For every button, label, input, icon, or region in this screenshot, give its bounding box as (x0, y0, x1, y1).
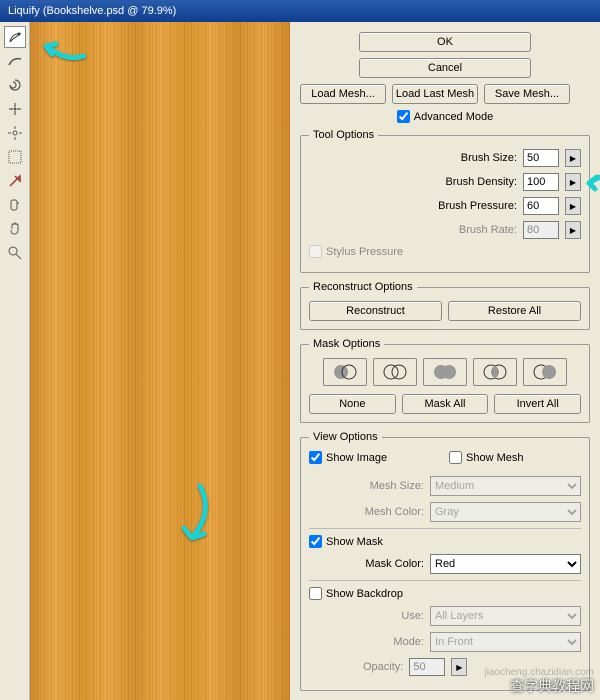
thaw-mask-tool[interactable] (4, 194, 26, 216)
annotation-arrow-icon (170, 482, 218, 552)
show-mask-label: Show Mask (326, 536, 383, 548)
options-panel: OK Cancel Load Mesh... Load Last Mesh Sa… (290, 22, 600, 700)
mask-all-button[interactable]: Mask All (402, 394, 489, 414)
advanced-mode-label: Advanced Mode (414, 111, 494, 123)
mode-select: In Front (430, 632, 581, 652)
brush-pressure-input[interactable] (523, 197, 559, 215)
reconstruct-tool[interactable] (4, 50, 26, 72)
stylus-pressure-checkbox (309, 245, 322, 258)
cancel-button[interactable]: Cancel (359, 58, 531, 78)
ok-button[interactable]: OK (359, 32, 531, 52)
mask-mode-add[interactable] (373, 358, 417, 386)
load-last-mesh-button[interactable]: Load Last Mesh (392, 84, 478, 104)
show-backdrop-label: Show Backdrop (326, 588, 403, 600)
show-image-label: Show Image (326, 452, 387, 464)
brush-rate-label: Brush Rate: (459, 224, 517, 236)
window-title: Liquify (Bookshelve.psd @ 79.9%) (8, 5, 176, 17)
mask-color-label: Mask Color: (309, 558, 424, 570)
annotation-arrow-icon (583, 169, 600, 195)
brush-density-input[interactable] (523, 173, 559, 191)
reconstruct-button[interactable]: Reconstruct (309, 301, 442, 321)
mask-none-button[interactable]: None (309, 394, 396, 414)
pucker-tool[interactable] (4, 98, 26, 120)
show-mesh-checkbox[interactable] (449, 451, 462, 464)
save-mesh-button[interactable]: Save Mesh... (484, 84, 570, 104)
mesh-color-label: Mesh Color: (309, 506, 424, 518)
mask-mode-replace[interactable] (323, 358, 367, 386)
brush-rate-stepper: ▶ (565, 221, 581, 239)
main-area: OK Cancel Load Mesh... Load Last Mesh Sa… (0, 22, 600, 700)
brush-density-stepper[interactable]: ▶ (565, 173, 581, 191)
reconstruct-legend: Reconstruct Options (309, 281, 417, 293)
show-backdrop-checkbox[interactable] (309, 587, 322, 600)
hand-tool[interactable] (4, 218, 26, 240)
push-left-tool[interactable] (4, 146, 26, 168)
brush-pressure-stepper[interactable]: ▶ (565, 197, 581, 215)
show-mesh-label: Show Mesh (466, 452, 523, 464)
twirl-tool[interactable] (4, 74, 26, 96)
tool-options-legend: Tool Options (309, 129, 378, 141)
preview-canvas[interactable] (30, 22, 290, 700)
mesh-size-label: Mesh Size: (309, 480, 424, 492)
reconstruct-options-group: Reconstruct Options Reconstruct Restore … (300, 281, 590, 330)
bloat-tool[interactable] (4, 122, 26, 144)
show-mask-checkbox[interactable] (309, 535, 322, 548)
mask-invert-button[interactable]: Invert All (494, 394, 581, 414)
mask-legend: Mask Options (309, 338, 384, 350)
tool-palette (0, 22, 30, 700)
watermark-text: 查字典教程网 (510, 676, 594, 696)
mask-mode-intersect[interactable] (473, 358, 517, 386)
stylus-pressure-label: Stylus Pressure (326, 246, 403, 258)
mask-options-group: Mask Options None Mask All Invert All (300, 338, 590, 423)
brush-rate-input (523, 221, 559, 239)
mask-mode-invert[interactable] (523, 358, 567, 386)
brush-size-label: Brush Size: (461, 152, 517, 164)
forward-warp-tool[interactable] (4, 26, 26, 48)
zoom-tool[interactable] (4, 242, 26, 264)
mode-label: Mode: (309, 636, 424, 648)
mesh-size-select: Medium (430, 476, 581, 496)
tool-options-group: Tool Options Brush Size: ▶ Brush Density:… (300, 129, 590, 273)
annotation-arrow-icon (36, 32, 86, 66)
mesh-color-select: Gray (430, 502, 581, 522)
view-options-group: View Options Show Image Show Mesh Mesh S… (300, 431, 590, 691)
mask-mode-subtract[interactable] (423, 358, 467, 386)
load-mesh-button[interactable]: Load Mesh... (300, 84, 386, 104)
mask-color-select[interactable]: Red (430, 554, 581, 574)
brush-size-input[interactable] (523, 149, 559, 167)
opacity-stepper: ▶ (451, 658, 467, 676)
use-label: Use: (309, 610, 424, 622)
view-legend: View Options (309, 431, 382, 443)
brush-size-stepper[interactable]: ▶ (565, 149, 581, 167)
opacity-input (409, 658, 445, 676)
restore-all-button[interactable]: Restore All (448, 301, 581, 321)
freeze-mask-tool[interactable] (4, 170, 26, 192)
show-image-checkbox[interactable] (309, 451, 322, 464)
brush-density-label: Brush Density: (445, 176, 517, 188)
brush-pressure-label: Brush Pressure: (438, 200, 517, 212)
title-bar: Liquify (Bookshelve.psd @ 79.9%) (0, 0, 600, 22)
use-select: All Layers (430, 606, 581, 626)
advanced-mode-checkbox[interactable] (397, 110, 410, 123)
opacity-label: Opacity: (363, 661, 403, 673)
